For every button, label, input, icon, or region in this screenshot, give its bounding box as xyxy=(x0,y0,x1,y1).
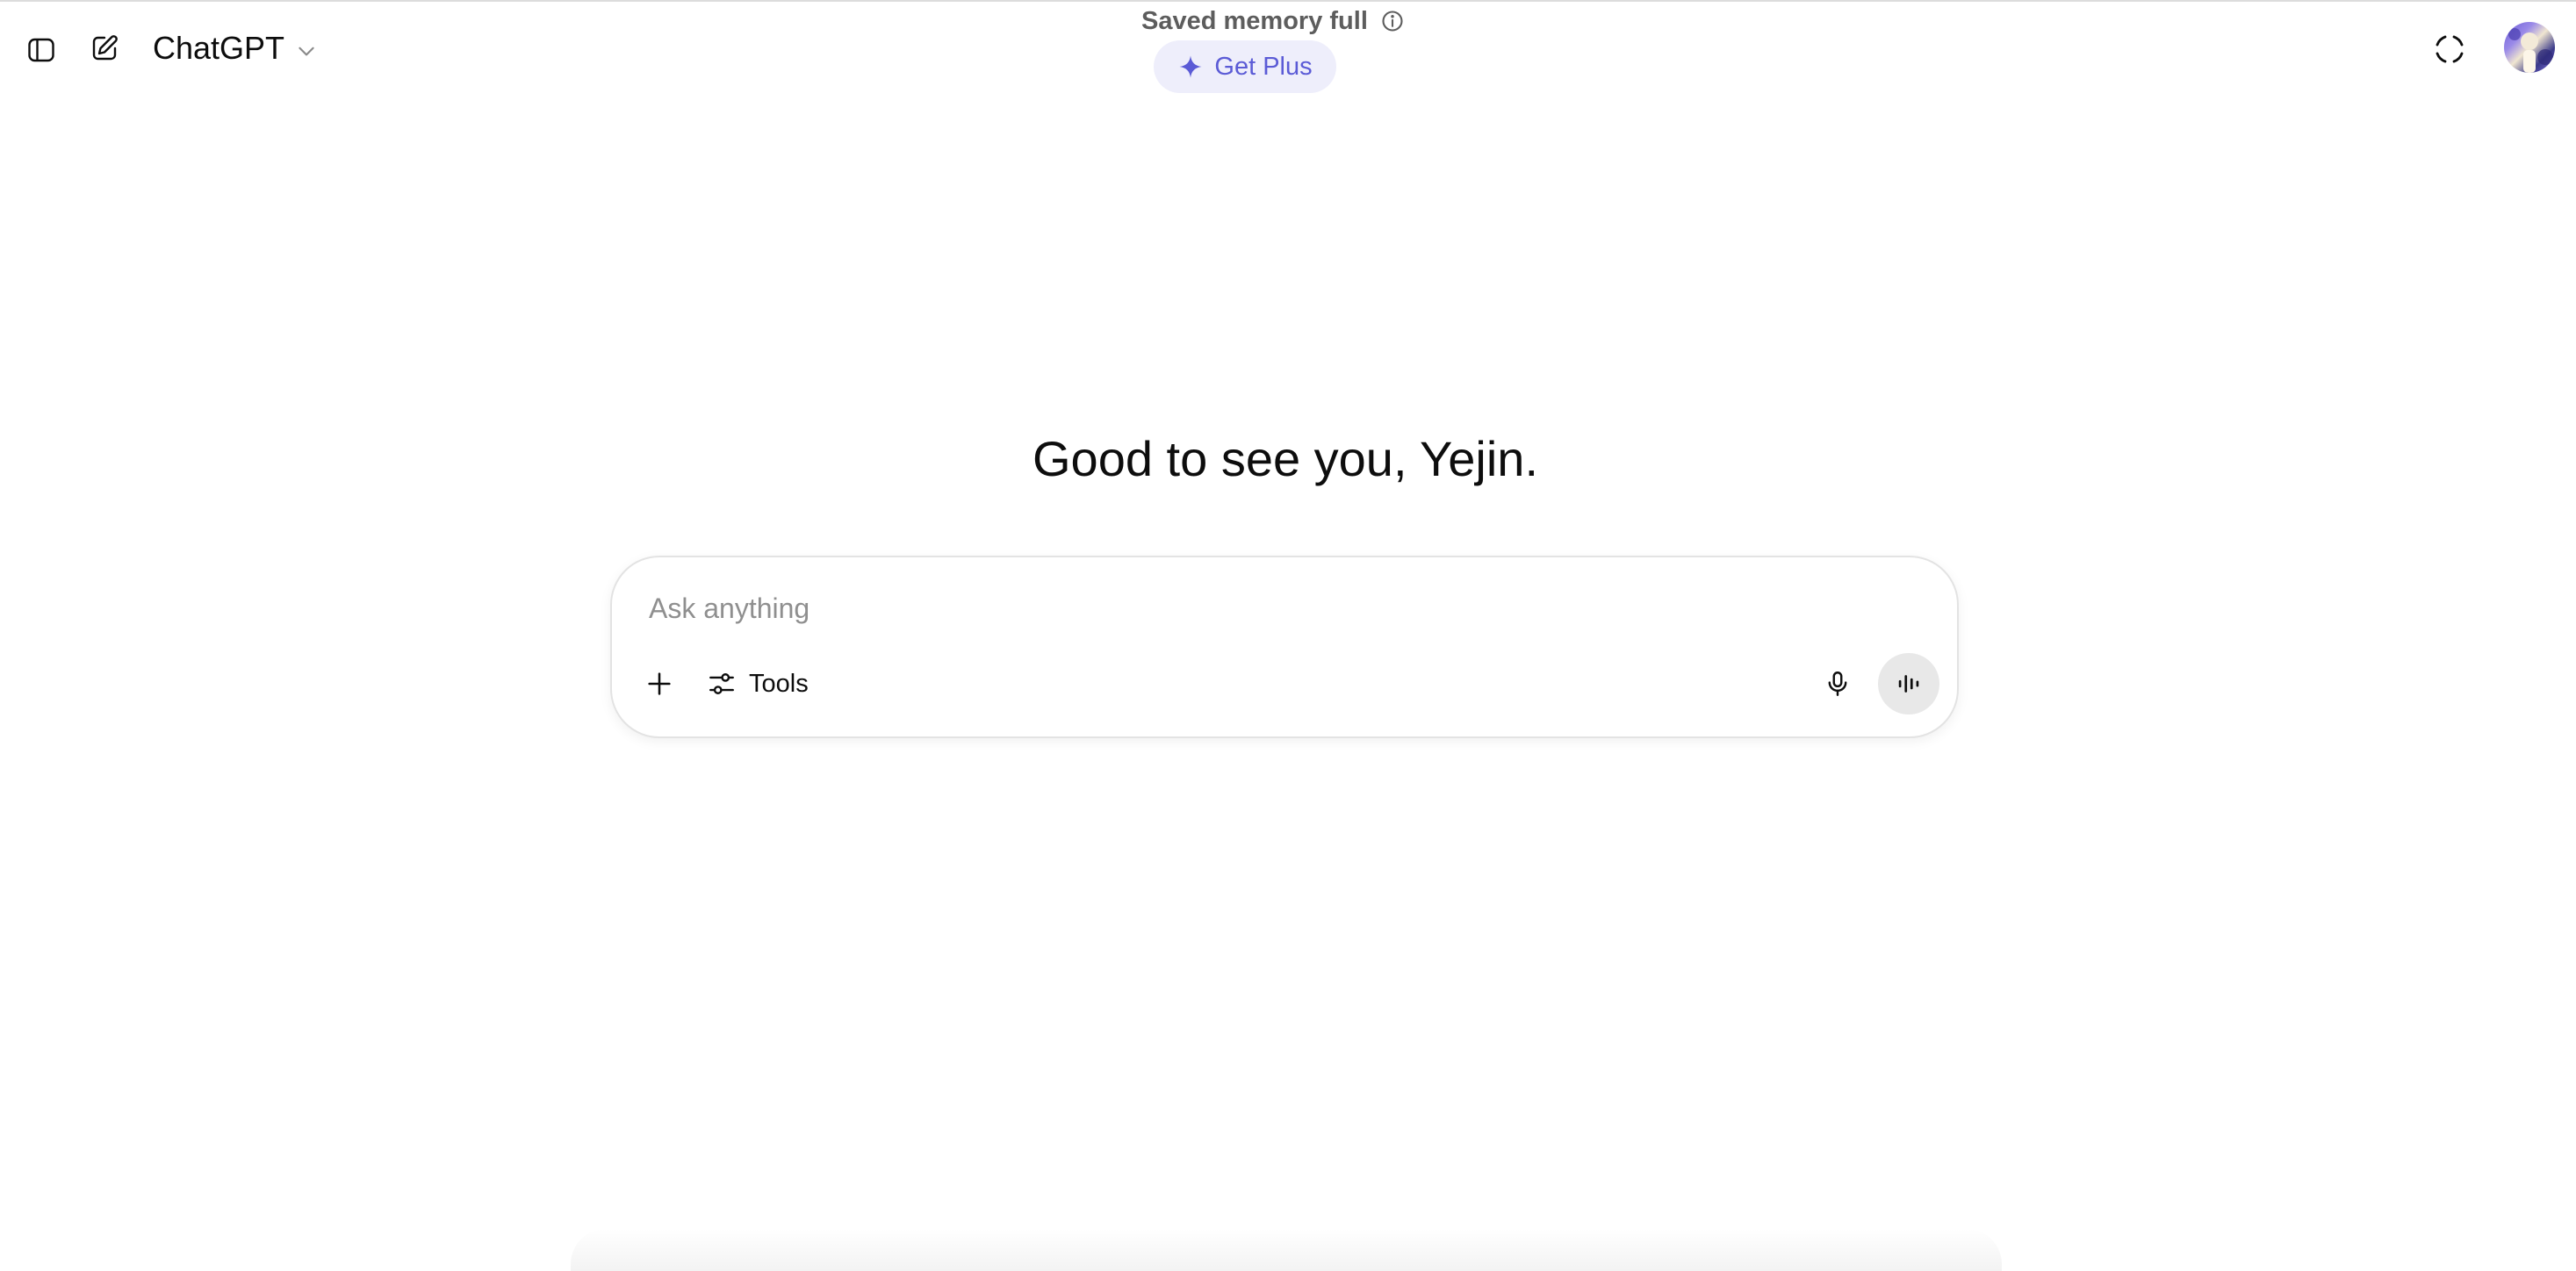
info-icon xyxy=(1382,11,1403,32)
sliders-icon xyxy=(709,673,734,694)
user-avatar-image xyxy=(2508,28,2553,73)
voice-mode-button[interactable] xyxy=(1878,653,1939,714)
temporary-chat-button[interactable] xyxy=(2425,25,2474,74)
window-top-border xyxy=(0,0,2576,2)
sidebar-toggle-icon xyxy=(28,38,54,62)
attach-button[interactable] xyxy=(635,659,684,708)
microphone-icon xyxy=(1828,671,1847,696)
prompt-input[interactable] xyxy=(649,584,1913,633)
model-name: ChatGPT xyxy=(153,30,285,66)
composer: Tools xyxy=(610,556,1959,738)
memory-info-button[interactable] xyxy=(1380,9,1405,33)
waveform-icon xyxy=(1898,675,1919,693)
new-chat-button[interactable] xyxy=(81,25,128,72)
greeting-heading: Good to see you, Yejin. xyxy=(1033,431,1538,486)
model-switcher[interactable]: ChatGPT xyxy=(142,21,328,75)
sparkle-icon xyxy=(1179,55,1202,78)
memory-notice-text: Saved memory full xyxy=(1141,6,1368,35)
tools-label: Tools xyxy=(749,669,809,698)
avatar[interactable] xyxy=(2504,22,2555,73)
chevron-down-icon xyxy=(299,47,314,56)
tools-button[interactable]: Tools xyxy=(694,659,821,708)
dictate-button[interactable] xyxy=(1813,659,1862,708)
get-plus-label: Get Plus xyxy=(1214,52,1313,81)
get-plus-button[interactable]: Get Plus xyxy=(1154,40,1336,93)
sidebar-toggle-button[interactable] xyxy=(18,26,65,74)
compose-icon xyxy=(92,35,118,61)
bottom-fade xyxy=(571,1229,2002,1271)
plus-icon xyxy=(648,672,671,695)
memory-notice: Saved memory full xyxy=(1141,4,1405,39)
dashed-circle-icon xyxy=(2436,35,2464,63)
